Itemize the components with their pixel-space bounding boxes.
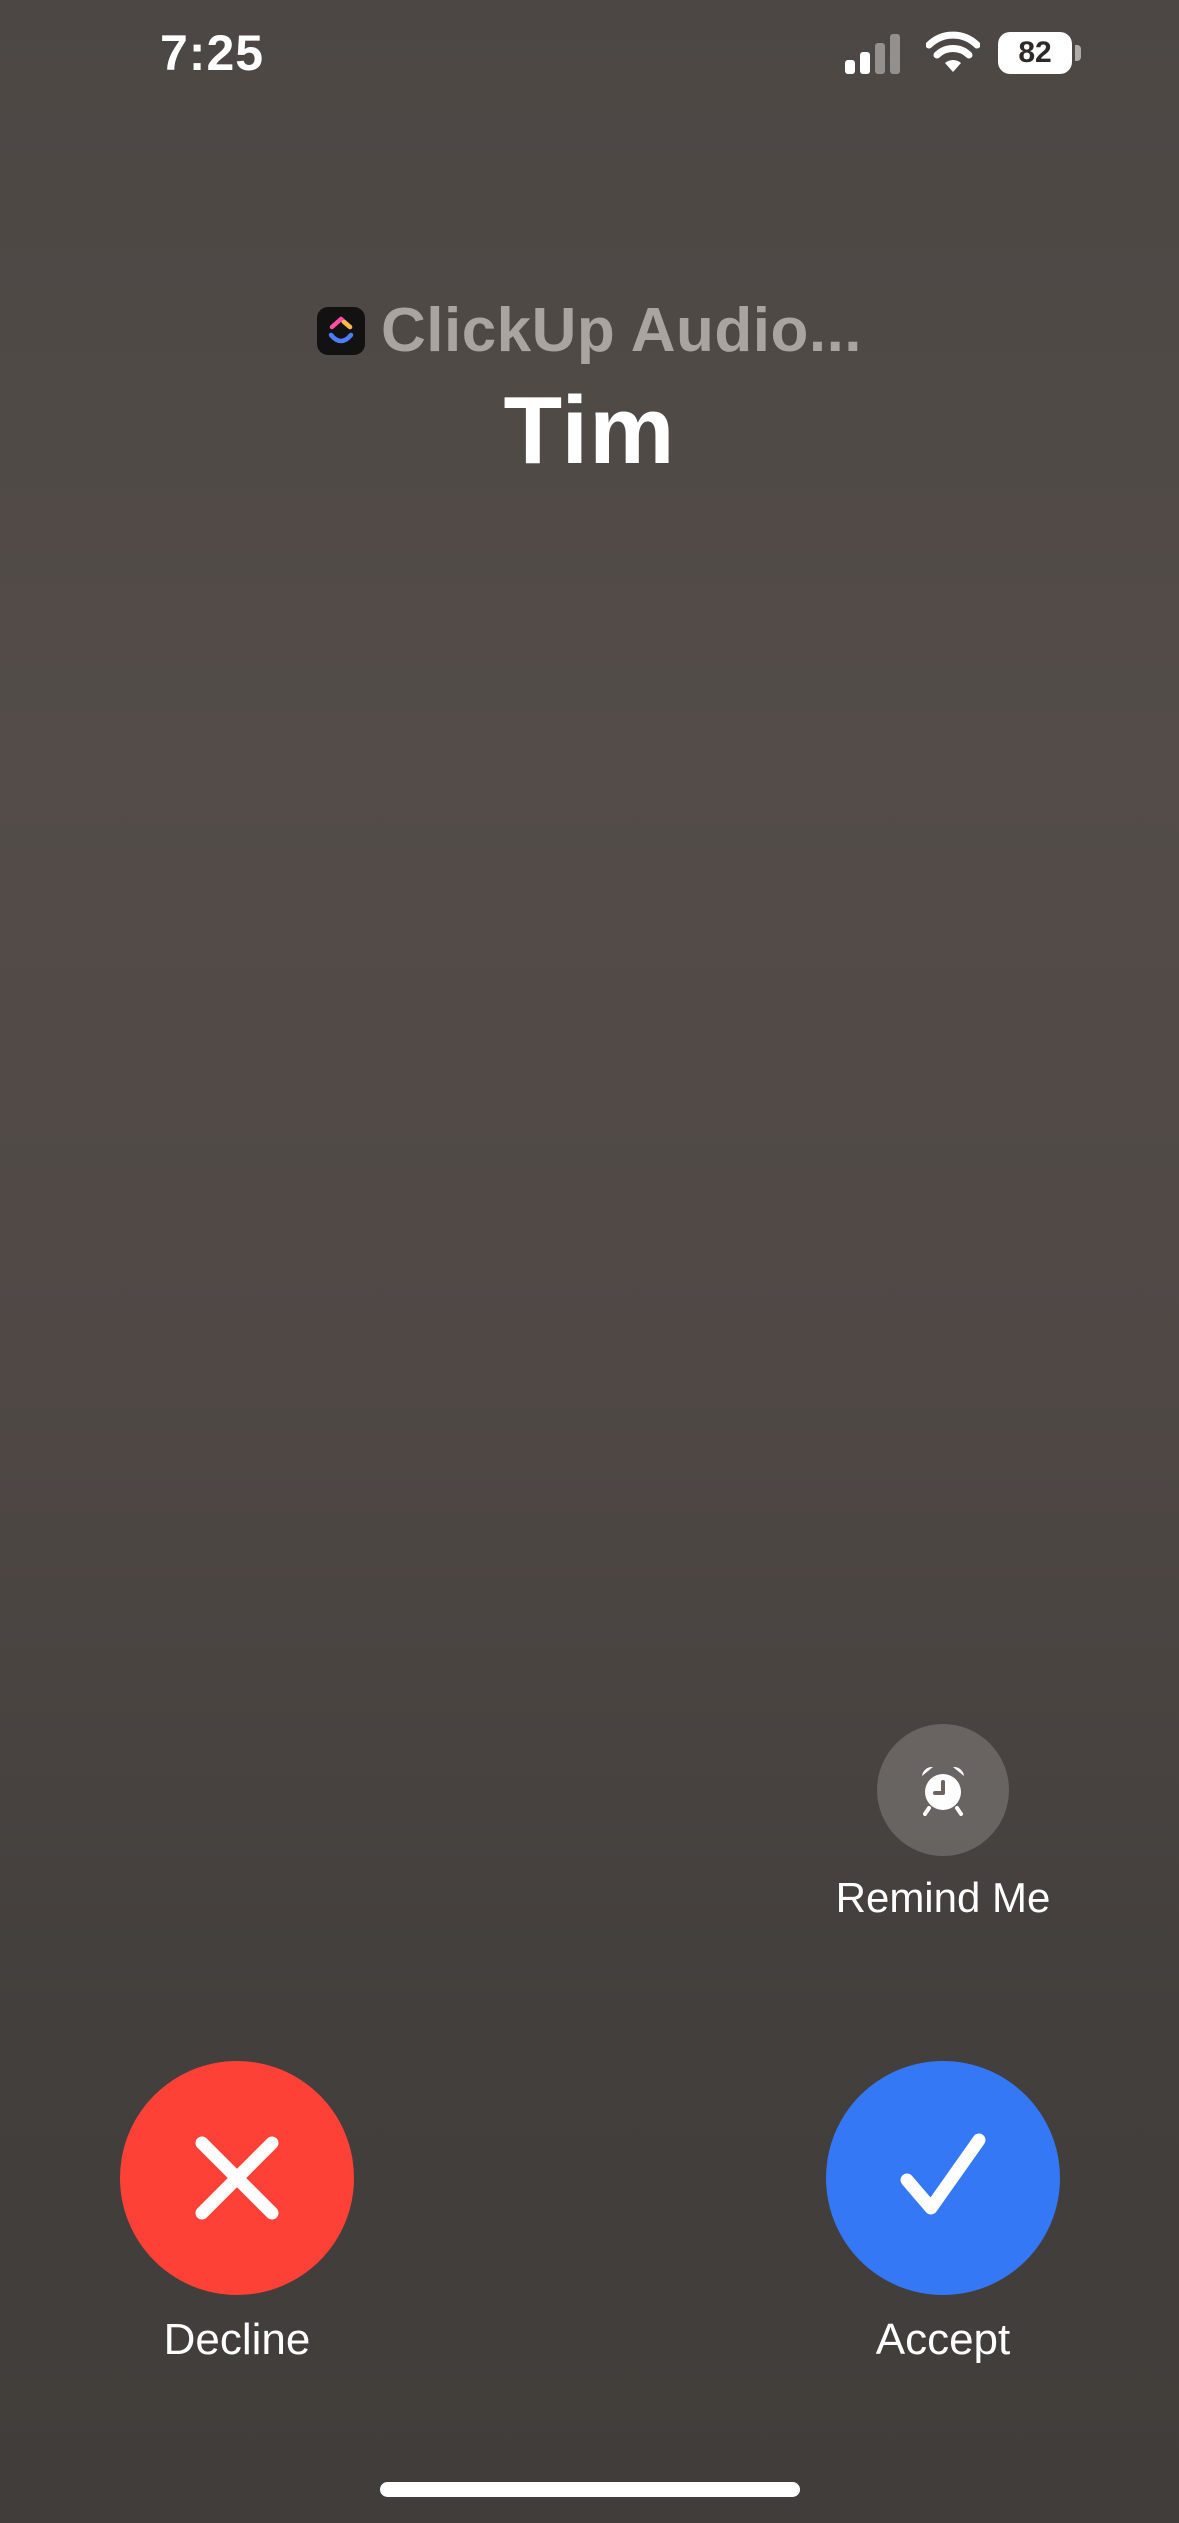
remind-me-control[interactable]: Remind Me — [812, 1724, 1074, 1922]
app-name: ClickUp Audio... — [380, 296, 863, 365]
battery-level: 82 — [998, 32, 1072, 74]
app-row: ClickUp Audio... — [316, 295, 863, 366]
decline-control[interactable]: Decline — [87, 2061, 387, 2365]
caller-info: ClickUp Audio... Tim — [0, 295, 1179, 486]
clickup-app-icon — [316, 306, 365, 355]
accept-button[interactable] — [826, 2061, 1060, 2295]
remind-me-label: Remind Me — [835, 1874, 1051, 1921]
decline-label: Decline — [163, 2315, 311, 2364]
accept-label: Accept — [875, 2315, 1011, 2364]
cellular-signal-icon — [845, 34, 900, 74]
checkmark-icon — [900, 2133, 986, 2215]
wifi-icon — [926, 31, 980, 72]
remind-me-button[interactable] — [877, 1724, 1009, 1856]
accept-control[interactable]: Accept — [793, 2061, 1093, 2365]
close-x-icon — [195, 2136, 279, 2220]
battery-icon: 82 — [998, 32, 1082, 74]
decline-button[interactable] — [120, 2061, 354, 2295]
battery-cap — [1075, 45, 1081, 61]
status-bar: 7:25 82 — [0, 0, 1179, 110]
status-time: 7:25 — [160, 25, 265, 81]
caller-name: Tim — [503, 377, 676, 484]
alarm-clock-icon — [922, 1766, 964, 1816]
home-indicator[interactable] — [380, 2482, 800, 2497]
